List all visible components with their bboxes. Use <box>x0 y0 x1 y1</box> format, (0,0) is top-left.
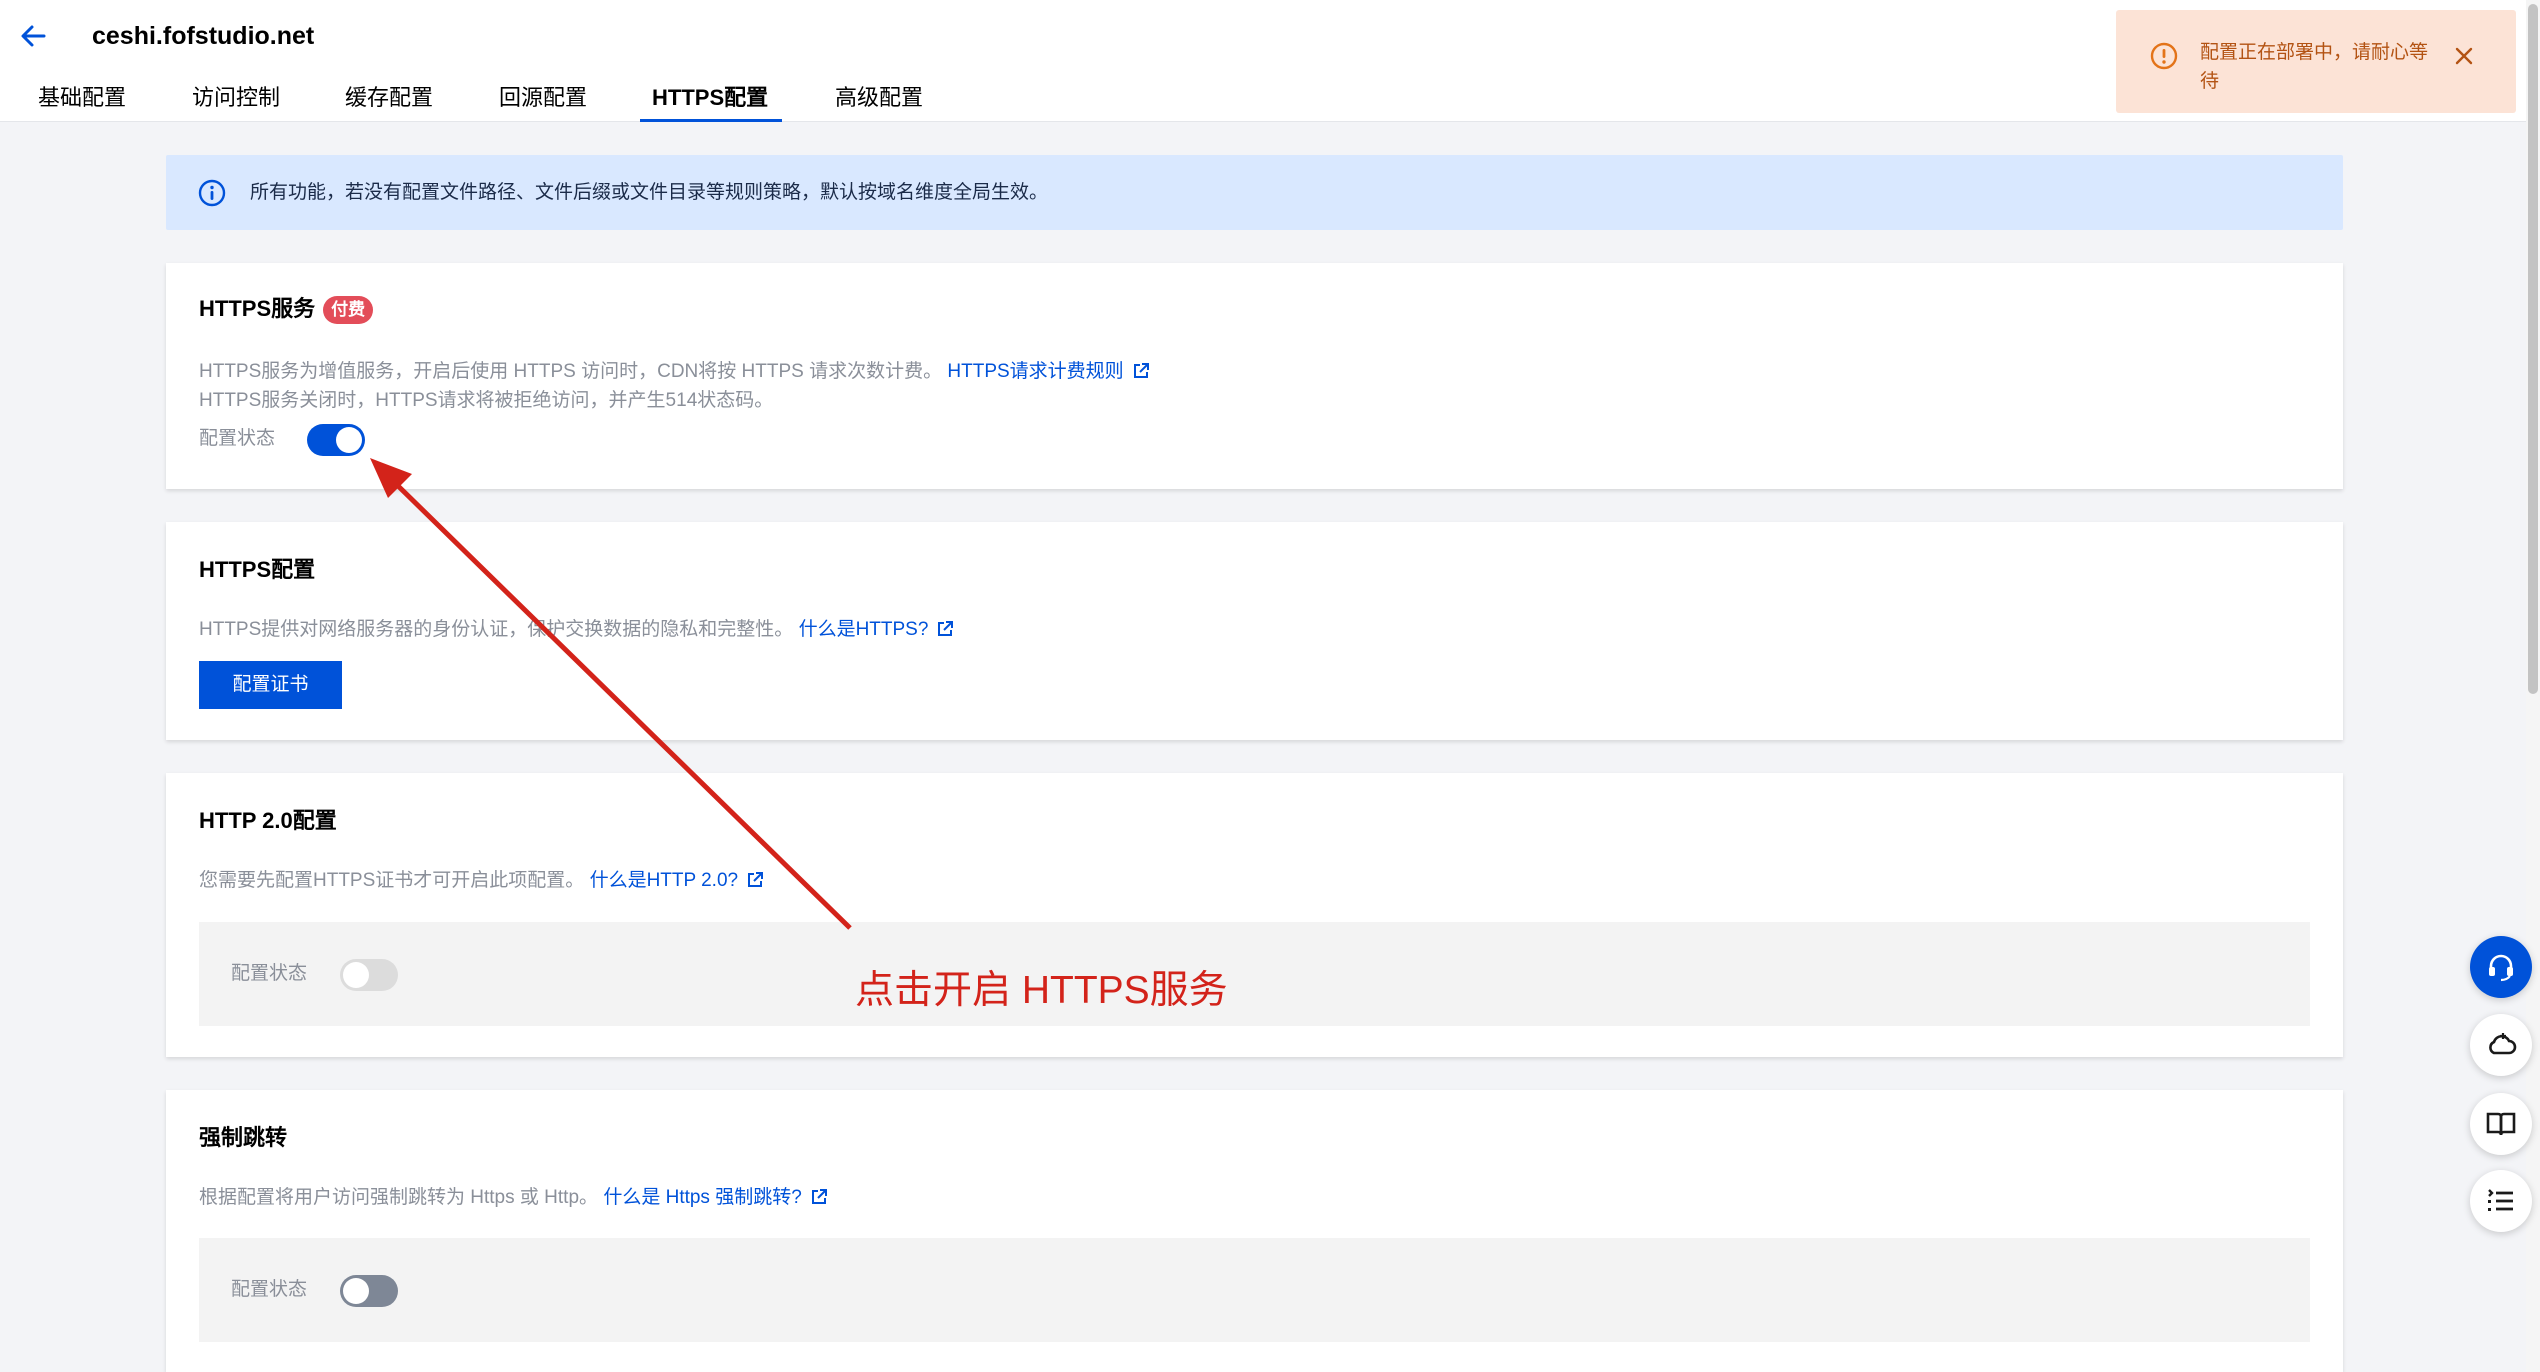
https-service-card: HTTPS服务 付费 HTTPS服务为增值服务，开启后使用 HTTPS 访问时，C… <box>166 263 2343 489</box>
force-redirect-card: 强制跳转 根据配置将用户访问强制跳转为 Https 或 Http。 什么是 Ht… <box>166 1090 2343 1372</box>
external-link-icon <box>748 872 764 887</box>
docs-button[interactable] <box>2470 1093 2532 1155</box>
link-text: 什么是 Https 强制跳转? <box>603 1187 802 1208</box>
https-service-desc: HTTPS服务为增值服务，开启后使用 HTTPS 访问时，CDN将按 HTTPS… <box>199 358 1150 386</box>
toggle-knob <box>336 427 362 453</box>
info-banner-text: 所有功能，若没有配置文件路径、文件后缀或文件目录等规则策略，默认按域名维度全局生… <box>250 182 1049 203</box>
close-icon[interactable] <box>2452 44 2476 68</box>
deploy-notification: 配置正在部署中，请耐心等待 <box>2116 10 2516 113</box>
info-banner: 所有功能，若没有配置文件路径、文件后缀或文件目录等规则策略，默认按域名维度全局生… <box>166 155 2343 230</box>
https-service-toggle[interactable] <box>307 424 365 456</box>
https-config-card: HTTPS配置 HTTPS提供对网络服务器的身份认证，保护交换数据的隐私和完整性… <box>166 522 2343 740</box>
info-icon <box>198 179 226 207</box>
desc-text: 您需要先配置HTTPS证书才可开启此项配置。 <box>199 870 585 891</box>
tab-origin[interactable]: 回源配置 <box>499 78 587 122</box>
tab-https[interactable]: HTTPS配置 <box>639 78 783 122</box>
http2-toggle[interactable] <box>340 959 398 991</box>
what-is-https-link[interactable]: 什么是HTTPS? <box>799 619 955 640</box>
support-button[interactable] <box>2470 936 2532 998</box>
toggle-knob <box>343 962 369 988</box>
cloud-icon <box>2489 1033 2517 1055</box>
paid-badge: 付费 <box>323 296 374 324</box>
configure-certificate-button[interactable]: 配置证书 <box>199 661 342 709</box>
https-billing-link[interactable]: HTTPS请求计费规则 <box>947 361 1149 382</box>
tab-cache[interactable]: 缓存配置 <box>345 78 433 122</box>
tab-basic[interactable]: 基础配置 <box>38 78 126 122</box>
force-redirect-toggle[interactable] <box>340 1275 398 1307</box>
what-is-force-redirect-link[interactable]: 什么是 Https 强制跳转? <box>603 1187 827 1208</box>
link-text: 什么是HTTP 2.0? <box>589 870 739 891</box>
list-button[interactable] <box>2470 1170 2532 1232</box>
scrollbar-thumb[interactable] <box>2528 4 2538 694</box>
external-link-icon <box>938 621 954 636</box>
http2-config-card: HTTP 2.0配置 您需要先配置HTTPS证书才可开启此项配置。 什么是HTT… <box>166 773 2343 1057</box>
warning-icon <box>2150 42 2178 70</box>
book-icon <box>2486 1112 2516 1136</box>
http2-config-desc: 您需要先配置HTTPS证书才可开启此项配置。 什么是HTTP 2.0? <box>199 867 764 895</box>
desc-text: 根据配置将用户访问强制跳转为 Https 或 Http。 <box>199 1187 599 1208</box>
list-icon <box>2488 1189 2513 1211</box>
external-link-icon <box>811 1189 827 1204</box>
status-label: 配置状态 <box>231 1279 308 1300</box>
status-label: 配置状态 <box>199 428 276 449</box>
toggle-knob <box>343 1278 369 1304</box>
tab-access-control[interactable]: 访问控制 <box>192 78 280 122</box>
desc-text: HTTPS提供对网络服务器的身份认证，保护交换数据的隐私和完整性。 <box>199 619 794 640</box>
desc-text: HTTPS服务为增值服务，开启后使用 HTTPS 访问时，CDN将按 HTTPS… <box>199 361 943 382</box>
cloud-button[interactable] <box>2470 1014 2532 1076</box>
tab-advanced[interactable]: 高级配置 <box>835 78 923 122</box>
what-is-http2-link[interactable]: 什么是HTTP 2.0? <box>590 870 765 891</box>
card-title: HTTPS服务 付费 <box>199 293 374 325</box>
page-title: ceshi.fofstudio.net <box>92 22 315 50</box>
force-redirect-status-panel: 配置状态 <box>199 1238 2310 1342</box>
status-label: 配置状态 <box>231 963 308 984</box>
https-config-desc: HTTPS提供对网络服务器的身份认证，保护交换数据的隐私和完整性。 什么是HTT… <box>199 616 954 644</box>
back-button[interactable] <box>16 18 52 54</box>
https-config-title: HTTPS配置 <box>199 557 316 582</box>
http2-status-panel: 配置状态 <box>199 922 2310 1026</box>
force-redirect-desc: 根据配置将用户访问强制跳转为 Https 或 Http。 什么是 Https 强… <box>199 1184 828 1212</box>
https-service-desc-2: HTTPS服务关闭时，HTTPS请求将被拒绝访问，并产生514状态码。 <box>199 390 774 411</box>
annotation-text: 点击开启 HTTPS服务 <box>855 969 1228 1012</box>
link-text: 什么是HTTPS? <box>798 619 929 640</box>
link-text: HTTPS请求计费规则 <box>947 361 1124 382</box>
arrow-left-icon <box>21 25 46 47</box>
https-service-title: HTTPS服务 <box>199 296 316 321</box>
notification-text: 配置正在部署中，请耐心等待 <box>2200 42 2429 92</box>
force-redirect-title: 强制跳转 <box>199 1125 288 1150</box>
tab-bar: 基础配置 访问控制 缓存配置 回源配置 HTTPS配置 高级配置 <box>0 78 1100 122</box>
external-link-icon <box>1133 363 1149 378</box>
headset-icon <box>2489 954 2513 982</box>
http2-config-title: HTTP 2.0配置 <box>199 808 337 833</box>
